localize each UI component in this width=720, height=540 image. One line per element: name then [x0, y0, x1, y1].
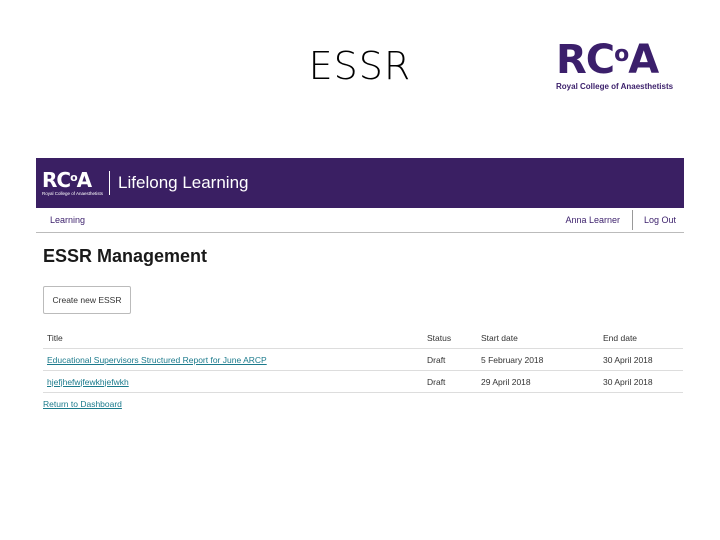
row-status: Draft: [423, 370, 477, 393]
rcoa-logo: RCoA Royal College of Anaesthetists: [556, 40, 676, 91]
nav-user-link[interactable]: Anna Learner: [565, 215, 620, 225]
row-start-date: 5 February 2018: [477, 348, 599, 371]
row-end-date: 30 April 2018: [599, 348, 683, 371]
row-end-date: 30 April 2018: [599, 370, 683, 393]
table-row: Educational Supervisors Structured Repor…: [43, 348, 683, 371]
header-bar: RCoA Royal College of Anaesthetists Life…: [36, 158, 684, 208]
essr-link[interactable]: hjefjhefwjfewkhjefwkh: [47, 377, 129, 387]
header-logo[interactable]: RCoA Royal College of Anaesthetists: [42, 170, 103, 196]
page-title: ESSR Management: [43, 246, 208, 266]
column-header-end: End date: [599, 328, 683, 349]
return-to-dashboard-link[interactable]: Return to Dashboard: [43, 399, 122, 409]
row-start-date: 29 April 2018: [477, 370, 599, 393]
column-header-status: Status: [423, 328, 477, 349]
nav-bar: Learning Anna Learner Log Out: [36, 208, 684, 233]
essr-link[interactable]: Educational Supervisors Structured Repor…: [47, 355, 267, 365]
column-header-start: Start date: [477, 328, 599, 349]
app-title: Lifelong Learning: [118, 173, 249, 192]
logo-subtitle: Royal College of Anaesthetists: [556, 82, 674, 91]
column-header-title: Title: [43, 328, 423, 349]
nav-learning-link[interactable]: Learning: [50, 215, 85, 225]
nav-separator: [632, 210, 633, 230]
essr-table: Title Status Start date End date Educati…: [43, 328, 683, 393]
row-title-cell: hjefjhefwjfewkhjefwkh: [43, 370, 423, 393]
header-divider: [109, 171, 111, 195]
app-window: RCoA Royal College of Anaesthetists Life…: [36, 158, 684, 428]
table-header-row: Title Status Start date End date: [43, 328, 683, 349]
row-status: Draft: [423, 348, 477, 371]
slide-title: ESSR: [308, 44, 412, 88]
create-essr-button[interactable]: Create new ESSR: [43, 286, 131, 314]
row-title-cell: Educational Supervisors Structured Repor…: [43, 348, 423, 371]
table-row: hjefjhefwjfewkhjefwkh Draft 29 April 201…: [43, 370, 683, 393]
logout-link[interactable]: Log Out: [644, 215, 676, 225]
